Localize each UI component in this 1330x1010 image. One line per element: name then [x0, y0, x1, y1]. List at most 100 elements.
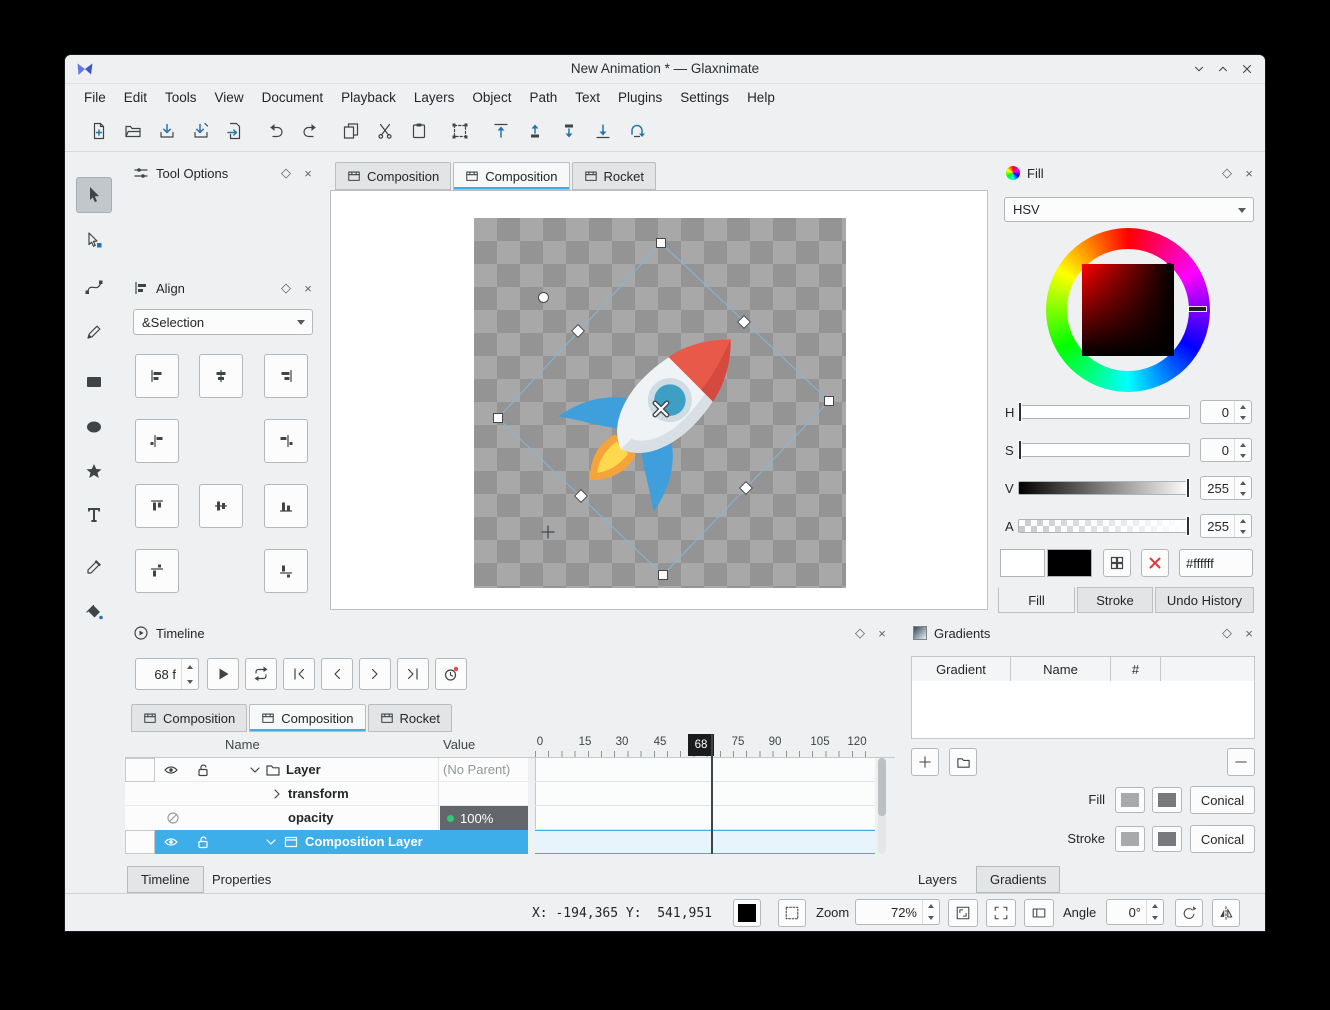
not-animated-icon[interactable] [165, 810, 181, 826]
undo-history-tab[interactable]: Undo History [1155, 587, 1254, 613]
selected-track[interactable] [535, 830, 875, 854]
export-button[interactable] [220, 116, 250, 146]
clear-color-button[interactable] [1141, 549, 1169, 577]
current-color-button[interactable] [733, 899, 761, 927]
align-left-button[interactable] [135, 354, 179, 398]
chevron-down-icon[interactable] [247, 762, 263, 778]
channel-h-spinbox[interactable]: 0 [1200, 400, 1252, 424]
cut-button[interactable] [370, 116, 400, 146]
close-panel-button[interactable]: × [299, 164, 317, 182]
slider-handle[interactable] [1019, 441, 1021, 459]
column-count[interactable]: # [1111, 656, 1161, 682]
slider-handle[interactable] [1187, 517, 1189, 535]
hex-input[interactable]: #ffffff [1179, 549, 1253, 577]
record-keyframe-button[interactable] [435, 658, 467, 690]
align-outside-right-button[interactable] [264, 419, 308, 463]
timeline-scrollbar[interactable] [878, 758, 886, 854]
new-document-button[interactable] [84, 116, 114, 146]
row-stub[interactable] [125, 758, 155, 782]
menu-file[interactable]: File [75, 86, 115, 109]
window-maximize-button[interactable] [1213, 59, 1233, 79]
dock-tab-layers[interactable]: Layers [905, 866, 970, 893]
menu-settings[interactable]: Settings [671, 86, 738, 109]
current-color-swatch[interactable] [1000, 549, 1045, 577]
lock-icon[interactable] [195, 834, 211, 850]
gradient-presets-button[interactable] [949, 748, 977, 776]
menu-playback[interactable]: Playback [332, 86, 405, 109]
dock-tab-properties[interactable]: Properties [199, 866, 284, 893]
row-stub[interactable] [125, 830, 155, 854]
draw-freehand-tool[interactable] [76, 314, 112, 350]
save-as-button[interactable] [186, 116, 216, 146]
color-picker-tool[interactable] [76, 549, 112, 585]
canvas-tab-rocket[interactable]: Rocket [572, 162, 656, 190]
scrollbar-thumb[interactable] [878, 758, 886, 816]
column-gradient[interactable]: Gradient [911, 656, 1011, 682]
opacity-row-name[interactable]: opacity [288, 806, 334, 830]
align-top-button[interactable] [135, 484, 179, 528]
window-shade-button[interactable] [1189, 59, 1209, 79]
dock-tab-gradients[interactable]: Gradients [976, 866, 1060, 893]
redo-button[interactable] [295, 116, 325, 146]
edit-nodes-tool[interactable] [76, 222, 112, 258]
align-hcenter-button[interactable] [199, 354, 243, 398]
saturation-value-square[interactable] [1082, 264, 1174, 356]
chevron-right-icon[interactable] [269, 786, 285, 802]
play-button[interactable] [207, 658, 239, 690]
selection-handle-right[interactable] [824, 396, 834, 406]
menu-layers[interactable]: Layers [405, 86, 464, 109]
channel-v-slider[interactable] [1018, 481, 1190, 495]
playhead[interactable] [711, 734, 713, 854]
selection-handle-left[interactable] [493, 413, 503, 423]
align-bottom-button[interactable] [264, 484, 308, 528]
timeline-tab-rocket[interactable]: Rocket [368, 704, 452, 732]
align-right-button[interactable] [264, 354, 308, 398]
fill-gradient-type-button[interactable]: Conical [1190, 786, 1255, 814]
reset-rotation-button[interactable] [1175, 899, 1203, 927]
slider-handle[interactable] [1019, 403, 1021, 421]
channel-s-spinbox[interactable]: 0 [1200, 438, 1252, 462]
float-panel-button[interactable]: ◇ [851, 624, 869, 642]
transform-row-name[interactable]: transform [288, 782, 349, 806]
channel-a-slider[interactable] [1018, 519, 1190, 533]
palette-button[interactable] [1103, 549, 1131, 577]
angle-spinbox[interactable]: 0° [1106, 899, 1164, 925]
select-tool[interactable] [76, 177, 112, 213]
sv-selector[interactable] [1164, 263, 1174, 273]
align-outside-left-button[interactable] [135, 419, 179, 463]
column-name[interactable]: Name [1011, 656, 1111, 682]
fill-gradient-swatch-2[interactable] [1152, 787, 1182, 813]
spin-arrows[interactable] [1234, 477, 1251, 499]
spin-arrows[interactable] [1234, 439, 1251, 461]
zoom-fit-button[interactable] [948, 899, 978, 927]
stroke-gradient-swatch-2[interactable] [1152, 826, 1182, 852]
hue-selector[interactable] [1189, 307, 1206, 311]
timeline-tab-composition-1[interactable]: Composition [131, 704, 247, 732]
float-panel-button[interactable]: ◇ [1218, 624, 1236, 642]
close-panel-button[interactable]: × [873, 624, 891, 642]
stroke-gradient-type-button[interactable]: Conical [1190, 825, 1255, 853]
go-last-frame-button[interactable] [397, 658, 429, 690]
spin-arrows[interactable] [922, 900, 939, 924]
align-relative-combo[interactable]: &Selection [133, 309, 313, 335]
menu-plugins[interactable]: Plugins [609, 86, 671, 109]
layer-row-name[interactable]: Layer [286, 758, 321, 782]
channel-h-slider[interactable] [1018, 405, 1190, 419]
undo-button[interactable] [261, 116, 291, 146]
fill-tool[interactable] [76, 594, 112, 630]
select-all-button[interactable] [445, 116, 475, 146]
align-outside-top-button[interactable] [135, 549, 179, 593]
flip-view-button[interactable] [1212, 899, 1240, 927]
window-close-button[interactable] [1237, 59, 1257, 79]
paste-button[interactable] [404, 116, 434, 146]
spin-arrows[interactable] [1234, 515, 1251, 537]
frame-spinbox[interactable]: 68 f [135, 658, 199, 690]
anchor-handle[interactable] [652, 400, 670, 418]
lock-icon[interactable] [195, 762, 211, 778]
stroke-gradient-swatch-1[interactable] [1115, 826, 1145, 852]
menu-view[interactable]: View [206, 86, 253, 109]
menu-tools[interactable]: Tools [156, 86, 206, 109]
spin-arrows[interactable] [1234, 401, 1251, 423]
opacity-value-cell[interactable]: 100% [440, 806, 528, 830]
draw-bezier-tool[interactable] [76, 269, 112, 305]
